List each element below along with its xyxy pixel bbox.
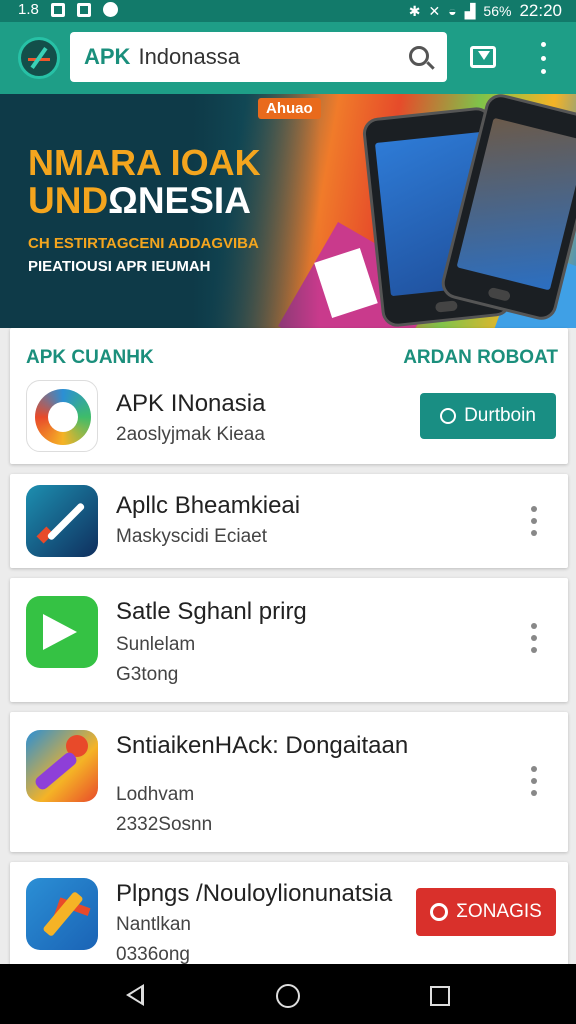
banner-title-line2: UNDΩNESIA	[28, 180, 251, 222]
brush-icon	[26, 485, 98, 557]
download-button[interactable]: Durtboin	[420, 393, 556, 439]
download-button-label: Durtboin	[464, 405, 536, 426]
featured-section: APK CUANHK ARDAN ROBOAT APK INonasia 2ao…	[10, 328, 568, 464]
app-size: 2332Sosnn	[116, 814, 213, 835]
status-left-text: 1.8	[18, 1, 39, 18]
banner-subtitle-2: PIEATIOUSI APR IEUMAH	[28, 258, 211, 275]
banner-badge: Ahuao	[258, 98, 321, 119]
app-subtitle: Maskyscidi Eciaet	[116, 526, 267, 547]
list-item[interactable]: Satle Sghanl prirg Sunlelam G3tong	[10, 578, 568, 702]
back-icon[interactable]	[126, 984, 144, 1006]
list-item[interactable]: Plpngs /Nouloylionunatsia Nantlkan 0336o…	[10, 862, 568, 970]
search-icon[interactable]	[409, 46, 429, 66]
app-subtitle: Sunlelam	[116, 634, 196, 655]
arrow-app-icon	[26, 878, 98, 950]
banner-title: NMARA IOAK	[28, 142, 261, 183]
green-play-icon	[26, 596, 98, 668]
banner-title-part: UND	[28, 180, 109, 221]
signal-icon: ▟	[464, 2, 476, 19]
app-name: Satle Sghanl prirg	[116, 598, 307, 625]
section-link[interactable]: ARDAN ROBOAT	[403, 347, 558, 369]
home-icon[interactable]	[276, 984, 300, 1008]
app-size: 0336ong	[116, 944, 190, 965]
play-store-icon[interactable]	[470, 46, 496, 68]
app-subtitle: Lodhvam	[116, 784, 195, 805]
list-item[interactable]: SntiaikenHAck: Dongaitaan Lodhvam 2332So…	[10, 712, 568, 852]
wifi-icon: ◒	[448, 3, 457, 19]
apk-logo-icon[interactable]	[26, 380, 98, 452]
promo-banner[interactable]: Ahuao NMARA IOAK UNDΩNESIA CH ESTIRTAGCE…	[0, 94, 576, 328]
app-subtitle: 2aoslyjmak Kieaa	[116, 424, 265, 445]
battery-text: 56%	[483, 3, 512, 19]
hack-tool-icon	[26, 730, 98, 802]
app-size: G3tong	[116, 664, 179, 685]
status-bar: 1.8 ✱ ✕ ◒ ▟ 56% 22:20	[0, 0, 576, 22]
more-options-icon[interactable]	[530, 506, 538, 536]
action-icon	[430, 903, 449, 921]
recent-apps-icon[interactable]	[430, 986, 450, 1006]
more-options-icon[interactable]	[530, 623, 538, 653]
status-time: 22:20	[519, 1, 562, 20]
search-query: Indonassa	[138, 44, 240, 69]
vibrate-icon: ✕	[428, 2, 441, 19]
section-heading: APK CUANHK	[26, 347, 154, 368]
overflow-menu-icon[interactable]	[536, 42, 550, 74]
notification-icon-2	[76, 2, 91, 17]
app-subtitle: Nantlkan	[116, 914, 191, 935]
app-name: Plpngs /Nouloylionunatsia	[116, 880, 393, 907]
action-button-label: ΣΟΝΑGIS	[456, 901, 542, 922]
banner-title-part: ΩNESIA	[108, 180, 251, 221]
notification-icon	[50, 2, 65, 17]
app-bar: APK Indonassa	[0, 22, 576, 94]
list-item[interactable]: Apllc Bheamkieai Maskyscidi Eciaet	[10, 474, 568, 568]
action-button[interactable]: ΣΟΝΑGIS	[416, 888, 556, 936]
more-options-icon[interactable]	[530, 766, 538, 796]
bluetooth-icon: ✱	[408, 2, 421, 19]
download-icon	[440, 408, 457, 424]
app-name: SntiaikenHAck: Dongaitaan	[116, 732, 409, 759]
banner-subtitle: CH ESTIRTAGCENI ADDAGVIBA	[28, 235, 259, 252]
app-name[interactable]: APK INonasia	[116, 390, 265, 418]
app-name: Apllc Bheamkieai	[116, 492, 301, 519]
search-prefix: APK	[84, 44, 131, 69]
system-nav-bar	[0, 964, 576, 1024]
notification-dot-icon	[102, 2, 118, 17]
app-logo-icon[interactable]	[18, 37, 60, 79]
search-input[interactable]: APK Indonassa	[70, 32, 447, 82]
